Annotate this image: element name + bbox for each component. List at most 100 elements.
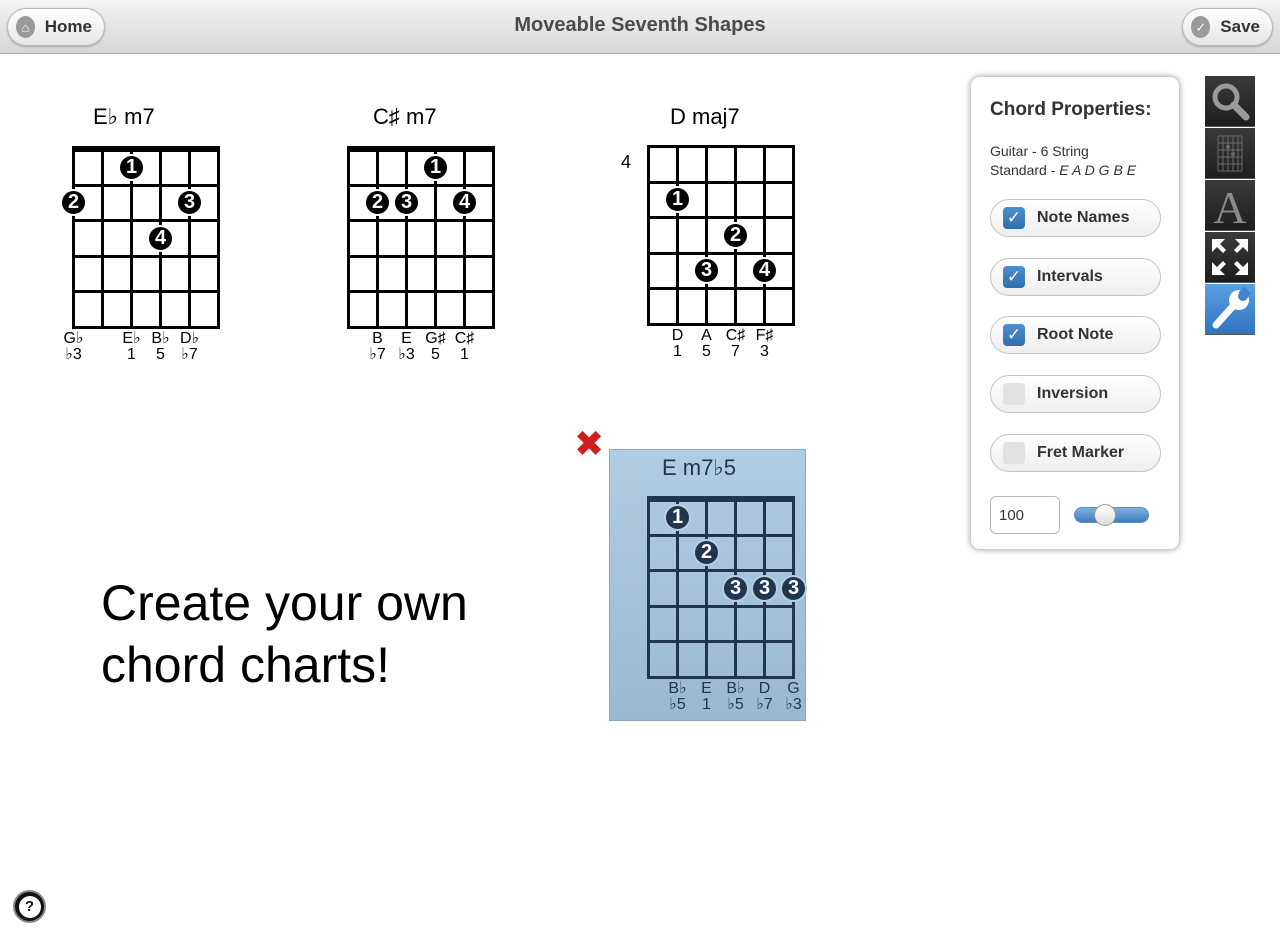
chord-name: D maj7 <box>670 104 740 129</box>
finger-dot[interactable]: 3 <box>780 574 807 602</box>
fret-line <box>647 145 795 148</box>
string-line <box>647 498 650 679</box>
fret-line <box>647 322 795 326</box>
interval-label: 3 <box>760 342 769 360</box>
size-slider-thumb[interactable] <box>1093 504 1116 526</box>
chord-properties-panel: Chord Properties: Guitar - 6 String Stan… <box>970 76 1180 550</box>
note-name-label: G♭ <box>63 329 84 347</box>
finger-dot[interactable]: 4 <box>147 224 174 252</box>
promo-line-2: chord charts! <box>101 637 391 693</box>
toggle-fret-marker[interactable]: Fret Marker <box>990 433 1161 472</box>
chord-grid-tool-button[interactable] <box>1205 128 1255 179</box>
interval-label: 5 <box>702 342 711 360</box>
finger-dot[interactable]: 1 <box>422 153 449 181</box>
note-name-label: C♯ <box>725 326 746 344</box>
expand-icon <box>1212 239 1248 275</box>
fret-line <box>347 290 495 293</box>
string-line <box>492 148 495 329</box>
toggle-label: Fret Marker <box>1037 443 1125 461</box>
interval-label: 7 <box>731 342 740 360</box>
right-toolbar: A <box>1205 76 1255 335</box>
fret-line <box>647 640 795 643</box>
interval-label: 5 <box>431 345 440 363</box>
text-font-icon: A <box>1213 183 1246 227</box>
fretboard-grid[interactable] <box>347 146 495 329</box>
help-button[interactable]: ? <box>13 890 46 923</box>
delete-chord-icon[interactable]: ✖ <box>574 426 604 462</box>
string-line <box>405 148 408 329</box>
note-name-label: A <box>701 326 712 344</box>
size-input[interactable] <box>990 496 1060 534</box>
tuning-value: E A D G B E <box>1059 162 1137 178</box>
interval-label: 1 <box>460 345 469 363</box>
fret-line <box>347 183 495 187</box>
string-line <box>647 145 650 326</box>
fretboard-grid[interactable] <box>647 145 795 326</box>
page-title: Moveable Seventh Shapes <box>514 14 766 36</box>
interval-label: ♭5 <box>669 695 686 713</box>
resize-tool-button[interactable] <box>1205 232 1255 283</box>
toggle-intervals[interactable]: ✓ Intervals <box>990 257 1161 296</box>
string-line <box>763 145 766 326</box>
string-line <box>376 148 379 329</box>
tuning-label: Standard - E A D G B E <box>990 162 1136 178</box>
unchecked-checkbox-icon[interactable] <box>1003 441 1025 464</box>
string-line <box>705 498 708 679</box>
finger-dot[interactable]: 3 <box>722 574 749 602</box>
string-line <box>463 148 466 329</box>
fret-line <box>347 325 495 329</box>
finger-dot[interactable]: 2 <box>722 221 749 249</box>
toggle-note-names[interactable]: ✓ Note Names <box>990 199 1161 237</box>
zoom-tool-button[interactable] <box>1205 76 1255 127</box>
fret-line <box>647 533 795 537</box>
text-tool-button[interactable]: A <box>1205 180 1255 231</box>
note-name-label: B♭ <box>668 679 687 697</box>
checked-checkbox-icon[interactable]: ✓ <box>1003 324 1025 347</box>
note-name-label: C♯ <box>454 329 475 347</box>
string-line <box>188 148 191 329</box>
size-slider[interactable] <box>1074 504 1149 526</box>
interval-label: ♭7 <box>756 695 773 713</box>
toggle-label: Intervals <box>1037 267 1103 285</box>
chord-name: C♯ m7 <box>373 104 437 129</box>
note-name-label: G <box>787 679 800 697</box>
finger-dot[interactable]: 1 <box>664 503 691 531</box>
fret-line <box>347 254 495 258</box>
note-name-label: F♯ <box>755 326 774 344</box>
promo-text: Create your own chord charts! <box>101 572 561 696</box>
interval-label: ♭3 <box>398 345 415 363</box>
note-name-label: B <box>372 329 383 347</box>
fret-line <box>647 675 795 679</box>
save-button[interactable]: ✓ Save <box>1182 8 1273 46</box>
toggle-label: Inversion <box>1037 385 1109 403</box>
string-line <box>676 145 679 326</box>
fret-line <box>647 251 795 255</box>
fret-line <box>347 219 495 222</box>
top-bar: ⌂ Home Moveable Seventh Shapes ✓ Save <box>0 0 1280 54</box>
fret-line <box>647 287 795 290</box>
toggle-label: Note Names <box>1037 209 1130 226</box>
note-name-label: D <box>758 679 771 697</box>
interval-label: ♭3 <box>785 695 802 713</box>
checked-checkbox-icon[interactable]: ✓ <box>1003 265 1025 288</box>
toggle-inversion[interactable]: Inversion <box>990 375 1161 414</box>
properties-tool-button[interactable] <box>1205 284 1255 335</box>
chord-name: E m7♭5 <box>662 455 736 480</box>
nut-line <box>72 146 220 152</box>
chord-name: E♭ m7 <box>93 104 155 129</box>
unchecked-checkbox-icon[interactable] <box>1003 383 1025 406</box>
fretboard-grid[interactable] <box>72 146 220 329</box>
note-name-label: D <box>671 326 684 344</box>
interval-label: 1 <box>673 342 682 360</box>
chord-grid-icon <box>1217 135 1243 172</box>
fret-line <box>72 219 220 222</box>
checkmark-icon: ✓ <box>1191 16 1211 38</box>
finger-dot[interactable]: 3 <box>751 574 778 602</box>
fret-line <box>72 183 220 187</box>
checked-checkbox-icon[interactable]: ✓ <box>1003 207 1025 229</box>
finger-dot[interactable]: 1 <box>118 153 145 181</box>
interval-label: 1 <box>127 345 136 363</box>
interval-label: ♭5 <box>727 695 744 713</box>
toggle-root-note[interactable]: ✓ Root Note <box>990 316 1161 355</box>
interval-label: ♭7 <box>181 345 198 363</box>
